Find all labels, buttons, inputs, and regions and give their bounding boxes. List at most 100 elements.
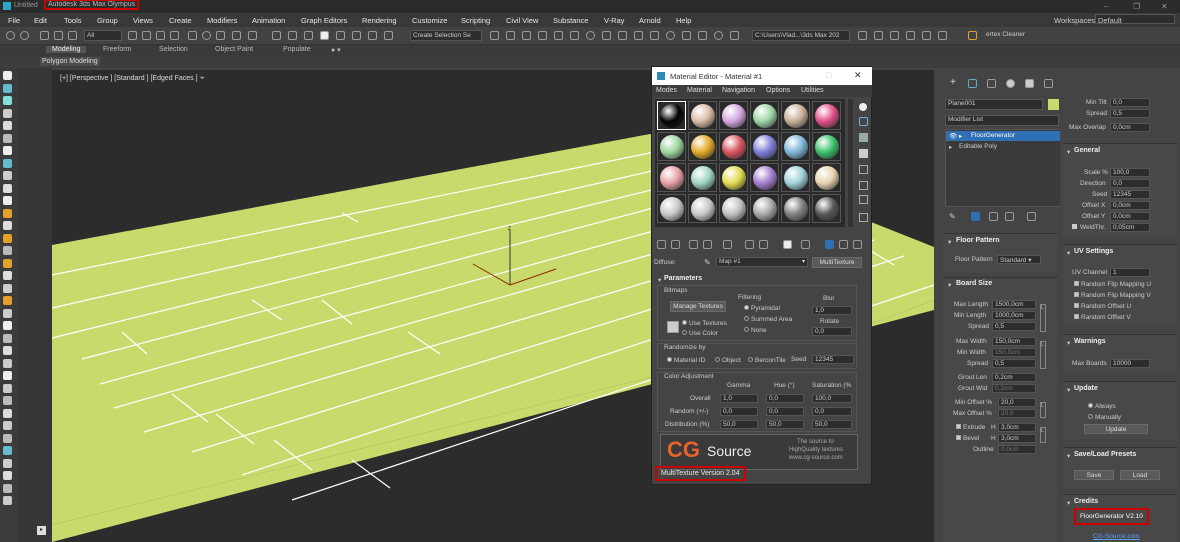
pin-stack-icon[interactable]: ✎ (949, 212, 956, 221)
modifier-editable-poly[interactable]: ▸ (949, 143, 952, 151)
go-sibling-icon[interactable] (853, 240, 862, 249)
create-tab-icon[interactable]: + (950, 77, 956, 88)
rendered-frame-icon[interactable] (618, 31, 627, 40)
manipulate-icon[interactable] (288, 31, 297, 40)
parameters-rollout[interactable]: Parameters (664, 275, 702, 282)
motion-tab-icon[interactable] (1006, 79, 1015, 88)
left-tool-icon[interactable] (3, 83, 12, 93)
me-menu-navigation[interactable]: Navigation (722, 87, 755, 94)
material-slot[interactable] (812, 194, 841, 223)
weld-threshold-spinner[interactable]: 0,05cm (1110, 223, 1150, 232)
always-radio[interactable]: Always (1088, 403, 1116, 410)
view-coord-icon[interactable] (248, 31, 257, 40)
material-slot[interactable] (719, 101, 748, 130)
material-slot[interactable] (812, 132, 841, 161)
menu-animation[interactable]: Animation (252, 16, 285, 25)
modifier-visibility-icon[interactable]: 👁 ▸ (949, 132, 962, 140)
edit-named-sel-icon[interactable] (384, 31, 393, 40)
viewport-label[interactable]: [+] [Perspective ] [Standard ] [Edged Fa… (60, 75, 205, 83)
make-unique-icon[interactable] (989, 212, 998, 221)
credits-header[interactable]: Credits (1074, 498, 1098, 505)
seed-spinner[interactable]: 12345 (1110, 190, 1150, 199)
script-icon-5[interactable] (922, 31, 931, 40)
min-width-spinner[interactable]: 150,0cm (992, 348, 1036, 357)
display-tab-icon[interactable] (1025, 79, 1034, 88)
left-tool-icon[interactable] (3, 133, 12, 143)
map-type-button[interactable]: MultiTexture (812, 257, 862, 268)
min-tilt-spinner[interactable]: 0,0 (1110, 98, 1150, 107)
left-tool-icon[interactable] (3, 408, 12, 418)
color-swatch[interactable] (667, 321, 679, 333)
utilities-tab-icon[interactable] (1044, 79, 1053, 88)
tab-freeform[interactable]: Freeform (103, 46, 131, 53)
left-tool-icon[interactable] (3, 171, 12, 180)
link-icon[interactable] (40, 31, 49, 40)
percent-snap-icon[interactable] (352, 31, 361, 40)
material-slot[interactable] (750, 132, 779, 161)
material-editor-titlebar[interactable]: Material Editor - Material #1 □ ✕ (652, 67, 872, 85)
me-menu-material[interactable]: Material (687, 87, 712, 94)
left-tool-icon[interactable] (3, 433, 12, 443)
scale-icon[interactable] (216, 31, 225, 40)
remove-modifier-icon[interactable] (1005, 212, 1014, 221)
random-saturation[interactable]: 0,0 (812, 407, 852, 416)
uv-channel-spinner[interactable]: 1 (1110, 268, 1150, 277)
mirror-icon[interactable] (490, 31, 499, 40)
left-tool-icon[interactable] (3, 483, 12, 493)
menu-vray[interactable]: V-Ray (604, 16, 624, 25)
ribbon-options-icon[interactable]: ● ▾ (331, 46, 341, 54)
offset-y-spinner[interactable]: 0,0cm (1110, 212, 1150, 221)
me-close-icon[interactable]: ✕ (854, 70, 862, 81)
material-slot[interactable] (657, 101, 686, 130)
environment-icon[interactable] (666, 31, 675, 40)
render-icon[interactable] (634, 31, 643, 40)
material-slot[interactable] (812, 163, 841, 192)
left-tool-icon[interactable] (3, 396, 12, 405)
presets-header[interactable]: Save/Load Presets (1074, 451, 1136, 458)
left-tool-icon[interactable] (3, 71, 12, 80)
selection-filter[interactable]: All (84, 30, 122, 41)
material-slot[interactable] (688, 163, 717, 192)
video-color-icon[interactable] (859, 165, 868, 174)
material-slot[interactable] (688, 132, 717, 161)
select-by-material-icon[interactable] (859, 213, 868, 222)
manually-radio[interactable]: Manually (1088, 414, 1121, 421)
reset-map-icon[interactable] (703, 240, 712, 249)
eyedropper-icon[interactable]: ✎ (704, 258, 711, 267)
left-tool-icon[interactable] (3, 271, 12, 280)
modifier-list-dropdown[interactable]: Modifier List (945, 115, 1059, 126)
distribution-gamma[interactable]: 50,0 (720, 420, 758, 429)
left-tool-icon[interactable] (3, 108, 12, 118)
max-width-spinner[interactable]: 150,0cm (992, 337, 1036, 346)
left-tool-icon[interactable] (3, 383, 12, 393)
left-tool-icon[interactable] (3, 308, 12, 318)
menu-scripting[interactable]: Scripting (461, 16, 490, 25)
bind-spacewarp-icon[interactable] (68, 31, 77, 40)
distribution-hue[interactable]: 50,0 (766, 420, 804, 429)
tab-modeling[interactable]: Modeling (46, 46, 87, 53)
hierarchy-tab-icon[interactable] (987, 79, 996, 88)
material-slot[interactable] (657, 132, 686, 161)
redo-icon[interactable] (20, 31, 29, 40)
keyboard-shortcut-icon[interactable] (304, 31, 313, 40)
left-tool-icon[interactable] (3, 121, 12, 130)
material-slot[interactable] (750, 194, 779, 223)
me-menu-options[interactable]: Options (766, 87, 790, 94)
make-preview-icon[interactable] (859, 181, 868, 190)
show-map-icon[interactable] (801, 240, 810, 249)
render-iterative-icon[interactable] (650, 31, 659, 40)
material-slot[interactable] (657, 194, 686, 223)
menu-group[interactable]: Group (97, 16, 118, 25)
align-icon[interactable] (506, 31, 515, 40)
menu-customize[interactable]: Customize (412, 16, 447, 25)
menu-views[interactable]: Views (133, 16, 153, 25)
placement-icon[interactable] (232, 31, 241, 40)
uv-settings-header[interactable]: UV Settings (1074, 248, 1113, 255)
make-unique-icon[interactable] (745, 240, 754, 249)
script-icon-2[interactable] (874, 31, 883, 40)
project-path[interactable]: C:\Users\Vlad...\3ds Max 202 (752, 30, 850, 41)
seed-spinner[interactable]: 12345 (812, 355, 854, 364)
board-size-header[interactable]: Board Size (956, 280, 992, 287)
left-tool-icon[interactable] (3, 146, 12, 155)
undo-icon[interactable] (6, 31, 15, 40)
